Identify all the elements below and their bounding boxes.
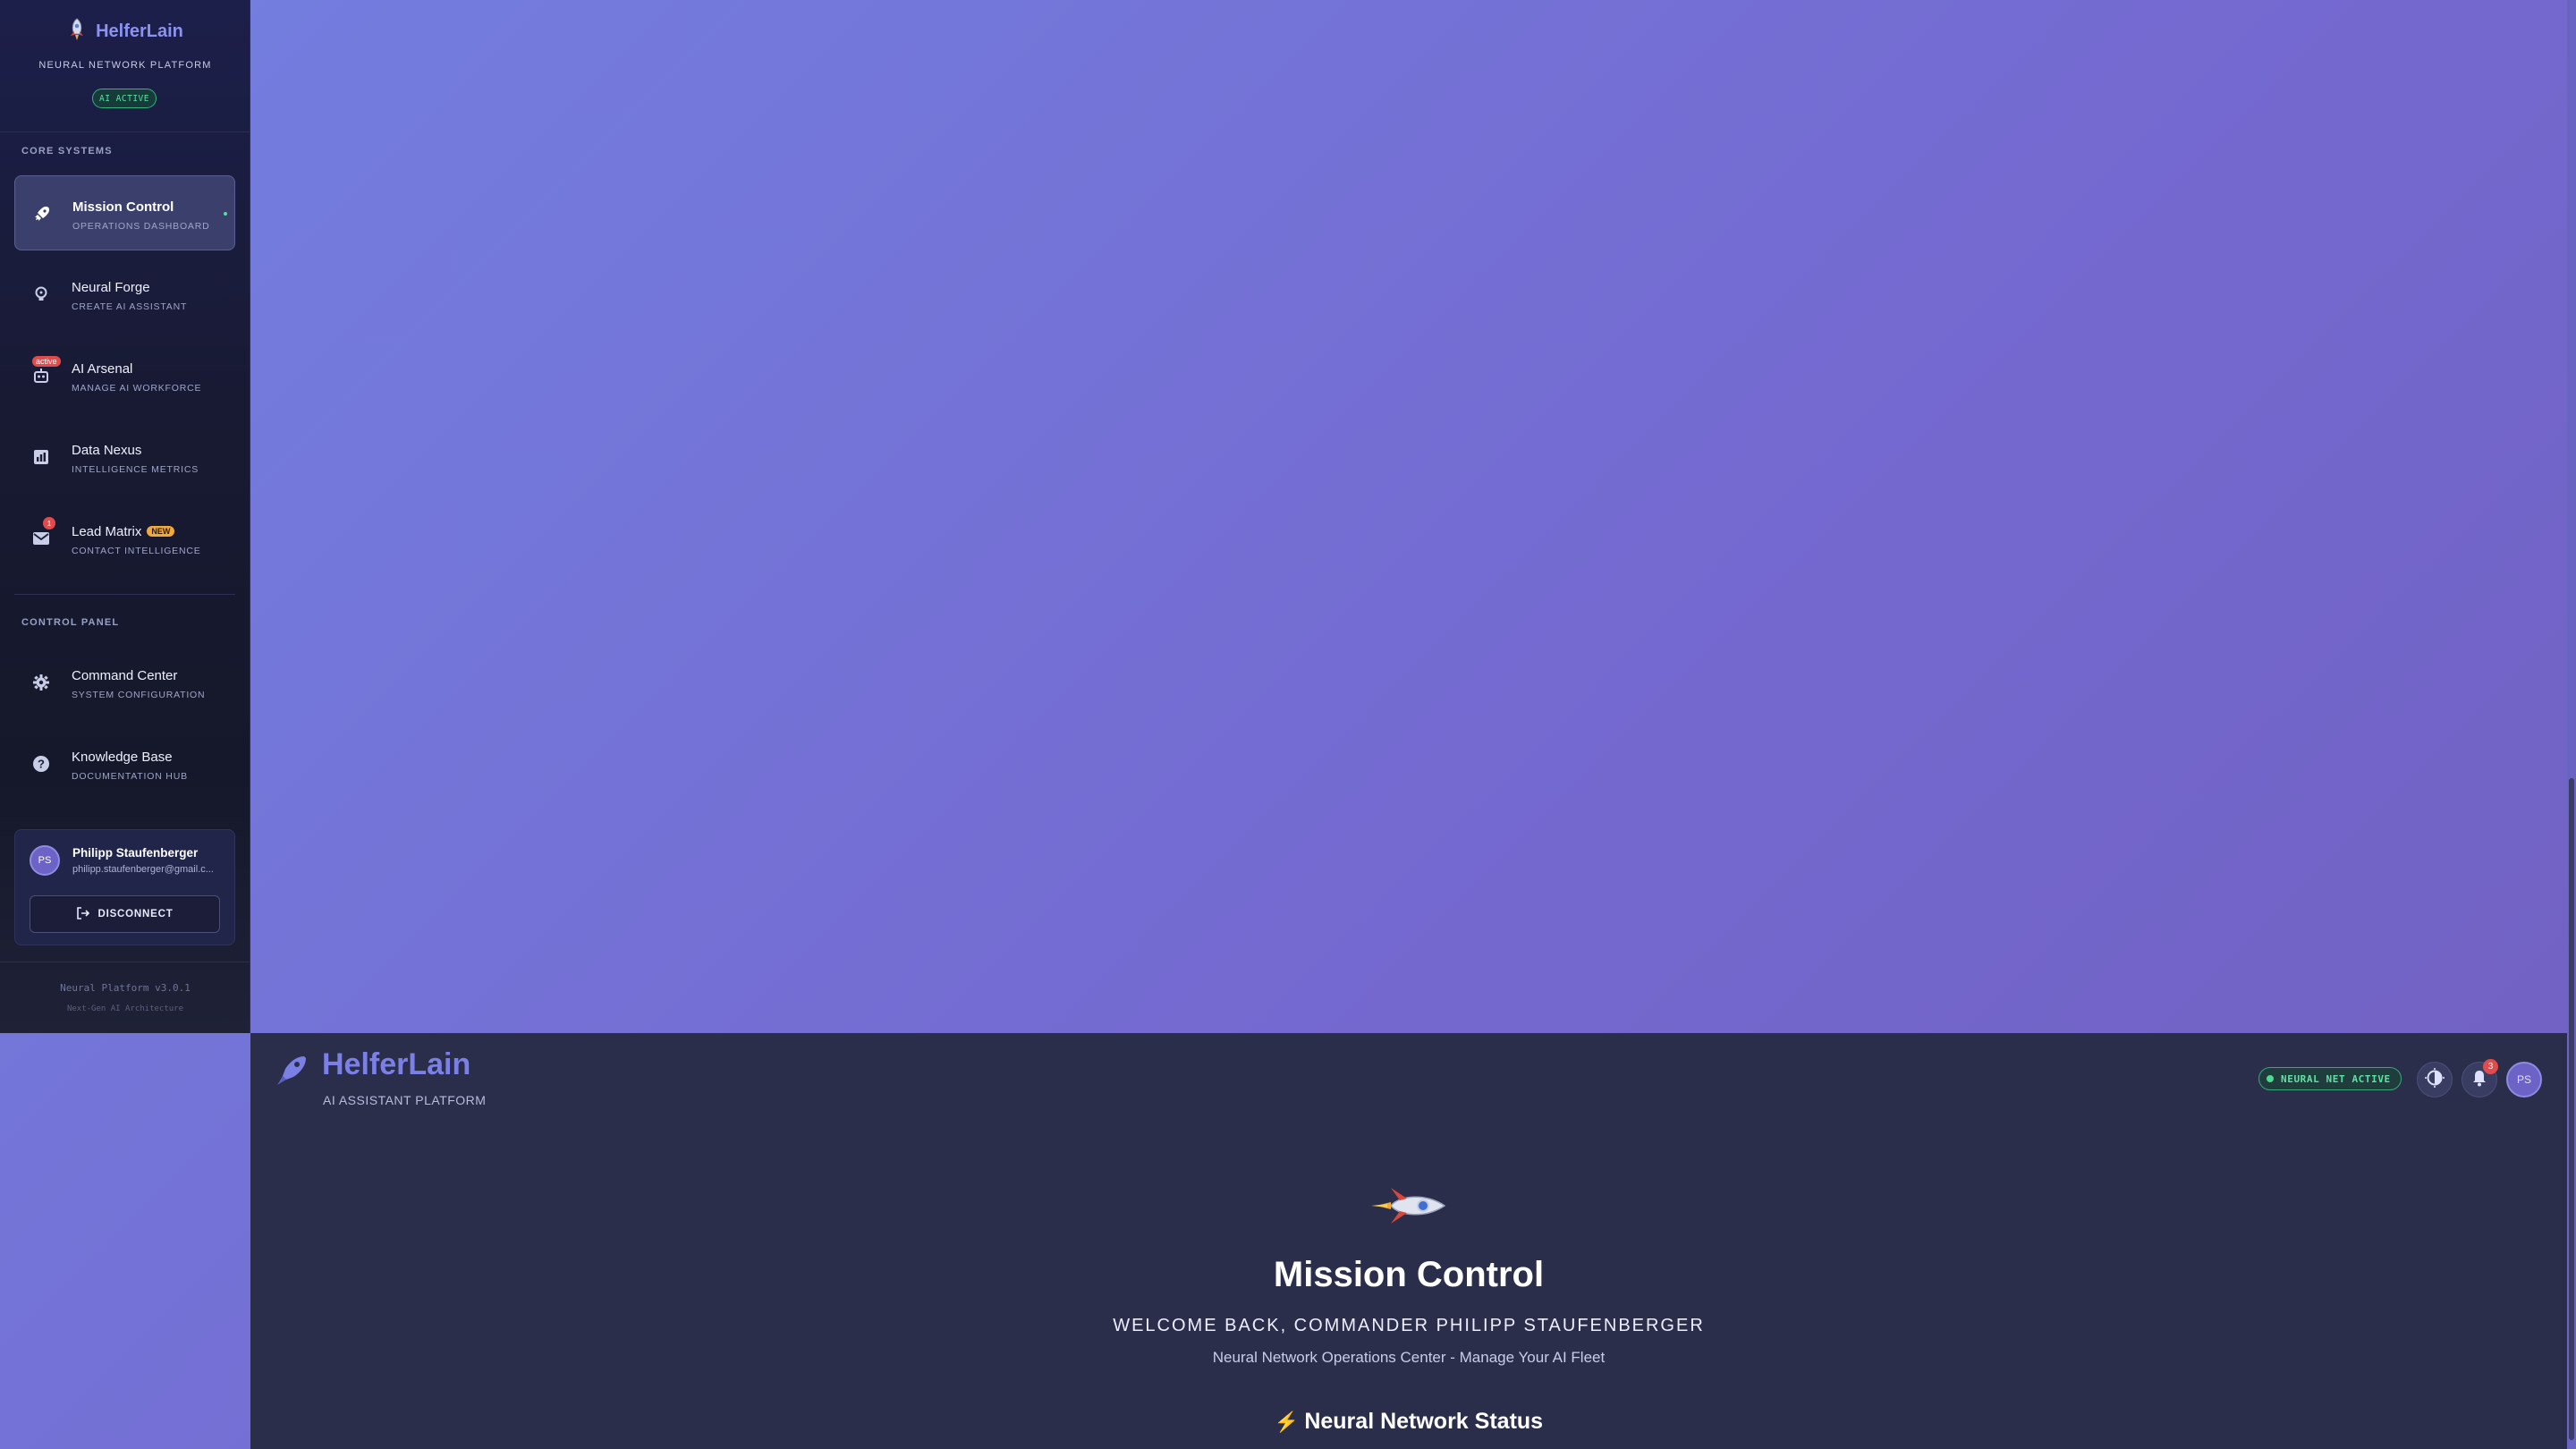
brand-tagline: NEURAL NETWORK PLATFORM [38, 60, 212, 71]
lightning-icon: ⚡ [1274, 1411, 1300, 1433]
help-icon: ? [30, 753, 52, 775]
sidebar-divider [14, 594, 235, 595]
sidebar-item-sublabel: MANAGE AI WORKFORCE [72, 383, 202, 394]
lightbulb-icon [30, 284, 52, 305]
sidebar-footer: Neural Platform v3.0.1 Next-Gen AI Archi… [0, 962, 250, 1033]
version-subtext: Next-Gen AI Architecture [66, 1004, 184, 1013]
version-text: Neural Platform v3.0.1 [60, 982, 191, 994]
sidebar-item-label: Knowledge Base [72, 750, 173, 765]
sidebar-item-neural-forge[interactable]: Neural Forge CREATE AI ASSISTANT [14, 257, 235, 332]
theme-toggle-button[interactable] [2417, 1062, 2453, 1097]
disconnect-button[interactable]: DISCONNECT [30, 895, 220, 933]
user-card: PS Philipp Staufenberger philipp.staufen… [14, 829, 235, 945]
chart-icon [30, 446, 52, 468]
ai-status-badge: AI ACTIVE [92, 89, 157, 108]
sidebar-item-sublabel: OPERATIONS DASHBOARD [72, 221, 210, 232]
sidebar-item-lead-matrix[interactable]: 1 Lead Matrix NEW CONTACT INTELLIGENCE [14, 501, 235, 576]
status-dot-icon [2267, 1075, 2274, 1082]
sidebar-item-sublabel: INTELLIGENCE METRICS [72, 464, 199, 475]
user-email: philipp.staufenberger@gmail.c... [72, 864, 214, 875]
sidebar-brand: HelferLain NEURAL NETWORK PLATFORM AI AC… [0, 0, 250, 132]
header-brand: HelferLain [322, 1047, 471, 1081]
sidebar-item-label: Mission Control [72, 199, 174, 215]
sidebar-item-label: Command Center [72, 668, 178, 683]
user-avatar-button[interactable]: PS [2506, 1062, 2542, 1097]
user-name: Philipp Staufenberger [72, 846, 199, 860]
sidebar-item-sublabel: DOCUMENTATION HUB [72, 771, 188, 782]
sidebar-item-label-row: Lead Matrix NEW [72, 524, 175, 539]
active-indicator [224, 212, 227, 216]
main-content: HelferLain AI ASSISTANT PLATFORM NEURAL … [250, 1033, 2567, 1449]
header-subtitle: AI ASSISTANT PLATFORM [323, 1093, 487, 1107]
sidebar-item-data-nexus[interactable]: Data Nexus INTELLIGENCE METRICS [14, 419, 235, 495]
section-core-systems: CORE SYSTEMS [21, 146, 113, 157]
notification-count-badge: 1 [43, 517, 55, 530]
brightness-icon [2425, 1067, 2445, 1092]
scrollbar-thumb[interactable] [2569, 778, 2574, 1440]
notification-count-badge: 3 [2483, 1059, 2498, 1074]
sidebar-item-command-center[interactable]: Command Center SYSTEM CONFIGURATION [14, 645, 235, 720]
status-heading-text: Neural Network Status [1304, 1409, 1544, 1434]
page-description: Neural Network Operations Center - Manag… [1212, 1349, 1606, 1366]
active-badge: active [32, 356, 61, 367]
rocket-logo-icon [67, 18, 87, 46]
sidebar-item-sublabel: SYSTEM CONFIGURATION [72, 690, 206, 700]
neural-status-heading: ⚡ Neural Network Status [250, 1409, 2567, 1435]
sidebar: HelferLain NEURAL NETWORK PLATFORM AI AC… [0, 0, 250, 1033]
page-title: Mission Control [1273, 1255, 1545, 1294]
brand-name: HelferLain [96, 21, 183, 41]
neural-status-badge: NEURAL NET ACTIVE [2258, 1067, 2402, 1090]
section-control-panel: CONTROL PANEL [21, 617, 120, 628]
sidebar-item-knowledge-base[interactable]: ? Knowledge Base DOCUMENTATION HUB [14, 726, 235, 801]
svg-text:?: ? [38, 758, 45, 771]
sidebar-item-label: Lead Matrix [72, 524, 142, 539]
disconnect-label: DISCONNECT [97, 909, 174, 919]
mail-icon [30, 528, 52, 549]
sidebar-item-sublabel: CONTACT INTELLIGENCE [72, 546, 201, 556]
rocket-icon [1364, 1181, 1453, 1234]
neural-status-text: NEURAL NET ACTIVE [2281, 1072, 2391, 1085]
logout-icon [76, 906, 90, 922]
sidebar-item-label: Neural Forge [72, 280, 150, 295]
sidebar-item-sublabel: CREATE AI ASSISTANT [72, 301, 188, 312]
rocket-logo-icon [272, 1051, 311, 1090]
gear-icon [30, 672, 52, 693]
sidebar-item-ai-arsenal[interactable]: active AI Arsenal MANAGE AI WORKFORCE [14, 338, 235, 413]
avatar[interactable]: PS [30, 845, 60, 876]
page-scrollbar[interactable] [2567, 0, 2576, 1449]
sidebar-item-label: AI Arsenal [72, 361, 133, 377]
notifications-button[interactable]: 3 [2462, 1059, 2498, 1097]
rocket-icon [31, 203, 53, 225]
sidebar-item-mission-control[interactable]: Mission Control OPERATIONS DASHBOARD [14, 175, 235, 250]
sidebar-item-label: Data Nexus [72, 443, 142, 458]
new-badge: NEW [147, 526, 175, 537]
robot-icon [30, 365, 52, 386]
welcome-message: WELCOME BACK, COMMANDER PHILIPP STAUFENB… [1113, 1316, 1705, 1335]
